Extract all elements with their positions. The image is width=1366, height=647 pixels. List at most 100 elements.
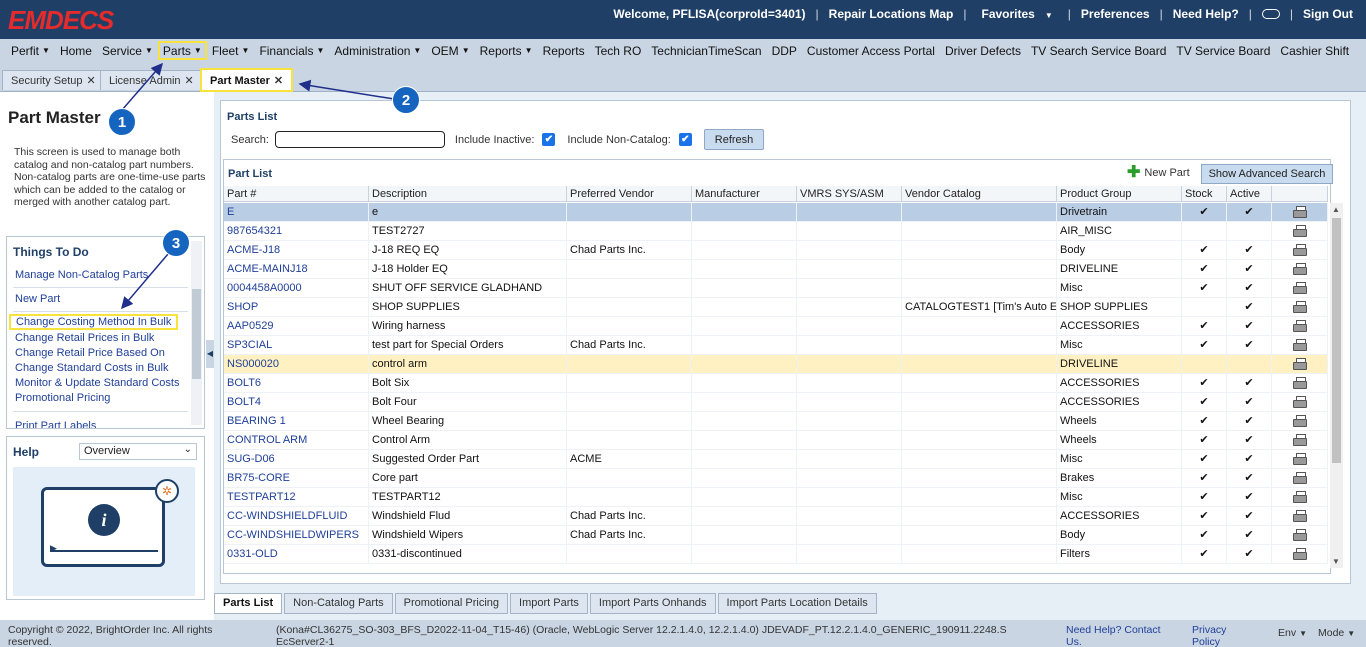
- help-video[interactable]: i ▶ ✲: [13, 467, 195, 596]
- cell-part[interactable]: ACME-J18: [224, 241, 369, 260]
- column-header[interactable]: Active: [1227, 186, 1272, 202]
- bottom-tab-import-parts-location-details[interactable]: Import Parts Location Details: [717, 593, 877, 614]
- show-advanced-search-button[interactable]: Show Advanced Search: [1201, 164, 1333, 184]
- repair-locations-link[interactable]: Repair Locations Map: [829, 7, 954, 21]
- printer-icon[interactable]: [1292, 415, 1307, 427]
- printer-icon[interactable]: [1292, 339, 1307, 351]
- favorites-menu[interactable]: Favorites ▼: [976, 7, 1057, 21]
- table-row[interactable]: AAP0529 Wiring harness ACCESSORIES ✔ ✔: [224, 317, 1328, 336]
- table-row[interactable]: Ee Drivetrain ✔ ✔: [224, 203, 1328, 222]
- menu-item-service[interactable]: Service ▼: [97, 41, 158, 60]
- cell-part[interactable]: AAP0529: [224, 317, 369, 336]
- close-icon[interactable]: ✕: [87, 75, 96, 87]
- table-row[interactable]: SHOP SHOP SUPPLIES CATALOGTEST1 [Tim's Aut…: [224, 298, 1328, 317]
- table-row[interactable]: 0331-OLD 0331-discontinued Filters ✔ ✔: [224, 545, 1328, 564]
- scroll-up-icon[interactable]: ▲: [1332, 205, 1340, 214]
- cell-part[interactable]: CC-WINDSHIELDWIPERS: [224, 526, 369, 545]
- menu-item-administration[interactable]: Administration ▼: [329, 41, 426, 60]
- cell-part[interactable]: 0331-OLD: [224, 545, 369, 564]
- menu-item-cashier-shift[interactable]: Cashier Shift: [1275, 41, 1354, 60]
- todo-change-retail-prices[interactable]: Change Retail Prices in Bulk: [15, 332, 154, 344]
- mode-menu[interactable]: Mode ▼: [1318, 627, 1355, 639]
- printer-icon[interactable]: [1292, 282, 1307, 294]
- cell-part[interactable]: SHOP: [224, 298, 369, 317]
- menu-item-perfit[interactable]: Perfit ▼: [6, 41, 55, 60]
- table-row[interactable]: BR75-CORE Core part Brakes ✔ ✔: [224, 469, 1328, 488]
- close-icon[interactable]: ✕: [185, 75, 194, 87]
- table-row[interactable]: TESTPART12 TESTPART12 Misc ✔ ✔: [224, 488, 1328, 507]
- need-help-link[interactable]: Need Help?: [1173, 7, 1239, 21]
- table-row[interactable]: BOLT4 Bolt Four ACCESSORIES ✔ ✔: [224, 393, 1328, 412]
- bottom-tab-parts-list[interactable]: Parts List: [214, 593, 283, 614]
- printer-icon[interactable]: [1292, 548, 1307, 560]
- todo-promotional-pricing[interactable]: Promotional Pricing: [15, 392, 110, 404]
- menu-item-parts[interactable]: Parts ▼: [157, 41, 207, 60]
- cell-part[interactable]: ACME-MAINJ18: [224, 260, 369, 279]
- menu-item-financials[interactable]: Financials ▼: [254, 41, 329, 60]
- column-header[interactable]: VMRS SYS/ASM: [797, 186, 902, 202]
- cell-part[interactable]: CC-WINDSHIELDFLUID: [224, 507, 369, 526]
- printer-icon[interactable]: [1292, 358, 1307, 370]
- table-row[interactable]: 987654321 TEST2727 AIR_MISC: [224, 222, 1328, 241]
- menu-item-driver-defects[interactable]: Driver Defects: [940, 41, 1026, 60]
- printer-icon[interactable]: [1292, 453, 1307, 465]
- menu-item-fleet[interactable]: Fleet ▼: [207, 41, 255, 60]
- close-icon[interactable]: ✕: [274, 75, 283, 87]
- help-contact-link[interactable]: Need Help? Contact Us.: [1066, 624, 1178, 647]
- todo-manage-non-catalog[interactable]: Manage Non-Catalog Parts: [15, 269, 148, 281]
- printer-icon[interactable]: [1292, 263, 1307, 275]
- toggle-icon[interactable]: [1261, 9, 1280, 19]
- bottom-tab-promotional-pricing[interactable]: Promotional Pricing: [394, 593, 509, 614]
- scroll-down-icon[interactable]: ▼: [1332, 557, 1340, 566]
- todo-scrollbar[interactable]: [191, 241, 202, 425]
- column-header[interactable]: Stock: [1182, 186, 1227, 202]
- cell-part[interactable]: NS000020: [224, 355, 369, 374]
- include-inactive-checkbox[interactable]: ✔: [542, 133, 556, 146]
- column-header[interactable]: Preferred Vendor: [567, 186, 692, 202]
- menu-item-techniciantimescan[interactable]: TechnicianTimeScan: [646, 41, 766, 60]
- refresh-button[interactable]: Refresh: [703, 129, 765, 150]
- menu-item-ddp[interactable]: DDP: [767, 41, 802, 60]
- todo-change-costing-method[interactable]: Change Costing Method In Bulk: [9, 314, 179, 330]
- bottom-tab-import-parts-onhands[interactable]: Import Parts Onhands: [589, 593, 716, 614]
- cell-part[interactable]: BR75-CORE: [224, 469, 369, 488]
- table-row[interactable]: CC-WINDSHIELDWIPERS Windshield Wipers Chad…: [224, 526, 1328, 545]
- sign-out-link[interactable]: Sign Out: [1303, 7, 1353, 21]
- menu-item-tech-ro[interactable]: Tech RO: [590, 41, 647, 60]
- todo-change-retail-price-based[interactable]: Change Retail Price Based On: [15, 347, 165, 359]
- table-row[interactable]: CONTROL ARM Control Arm Wheels ✔ ✔: [224, 431, 1328, 450]
- printer-icon[interactable]: [1292, 320, 1307, 332]
- privacy-policy-link[interactable]: Privacy Policy: [1192, 624, 1252, 647]
- new-part-button[interactable]: ✚ New Part: [1127, 165, 1190, 181]
- table-row[interactable]: ACME-MAINJ18 J-18 Holder EQ DRIVELINE ✔ ✔: [224, 260, 1328, 279]
- table-row[interactable]: SP3CIAL test part for Special Orders Chad …: [224, 336, 1328, 355]
- tab-license-admin[interactable]: License Admin ✕: [100, 70, 203, 90]
- printer-icon[interactable]: [1292, 472, 1307, 484]
- menu-item-reports[interactable]: Reports ▼: [475, 41, 538, 60]
- printer-icon[interactable]: [1292, 244, 1307, 256]
- scrollbar-thumb[interactable]: [192, 289, 201, 379]
- cell-part[interactable]: 0004458A0000: [224, 279, 369, 298]
- column-header[interactable]: Part #: [224, 186, 369, 202]
- printer-icon[interactable]: [1292, 529, 1307, 541]
- printer-icon[interactable]: [1292, 434, 1307, 446]
- printer-icon[interactable]: [1292, 396, 1307, 408]
- cell-part[interactable]: BOLT4: [224, 393, 369, 412]
- todo-new-part[interactable]: New Part: [15, 293, 60, 305]
- printer-icon[interactable]: [1292, 491, 1307, 503]
- column-header[interactable]: Manufacturer: [692, 186, 797, 202]
- search-input[interactable]: [274, 131, 445, 148]
- cell-part[interactable]: SUG-D06: [224, 450, 369, 469]
- table-row[interactable]: NS000020 control arm DRIVELINE: [224, 355, 1328, 374]
- tab-part-master[interactable]: Part Master ✕: [200, 68, 294, 92]
- cell-part[interactable]: BEARING 1: [224, 412, 369, 431]
- cell-part[interactable]: E: [224, 203, 369, 222]
- menu-item-reports[interactable]: Reports: [538, 41, 590, 60]
- table-row[interactable]: SUG-D06 Suggested Order Part ACME Misc ✔ ✔: [224, 450, 1328, 469]
- cell-part[interactable]: SP3CIAL: [224, 336, 369, 355]
- bottom-tab-non-catalog-parts[interactable]: Non-Catalog Parts: [284, 593, 393, 614]
- printer-icon[interactable]: [1292, 225, 1307, 237]
- column-header[interactable]: Product Group: [1057, 186, 1182, 202]
- column-header[interactable]: Vendor Catalog: [902, 186, 1057, 202]
- menu-item-customer-access-portal[interactable]: Customer Access Portal: [802, 41, 940, 60]
